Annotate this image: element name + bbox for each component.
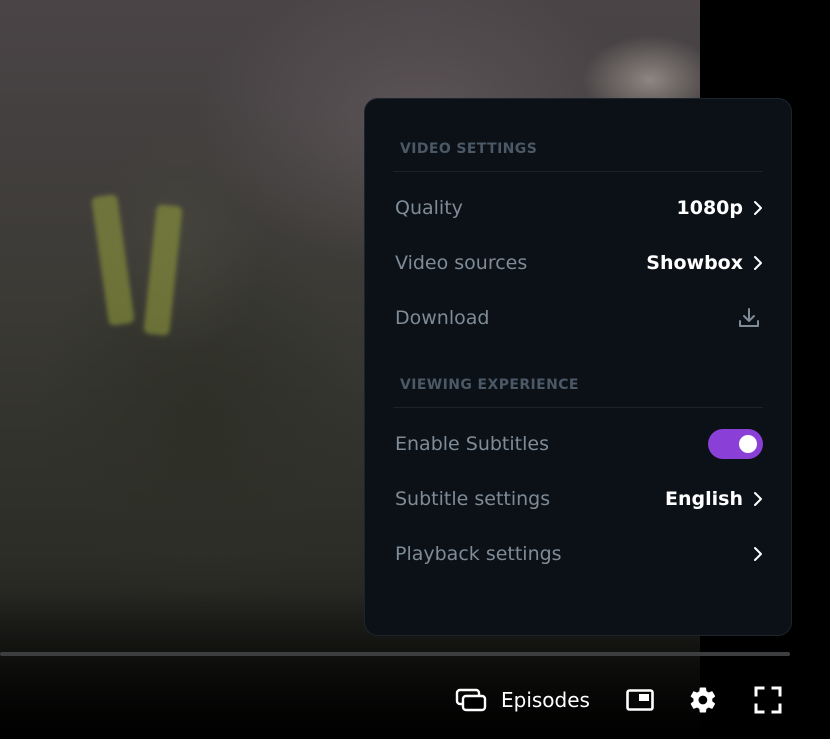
fullscreen-icon (754, 686, 782, 714)
enable-subtitles-label: Enable Subtitles (395, 432, 549, 455)
gear-icon (690, 687, 716, 713)
chevron-right-icon (754, 491, 762, 506)
quality-label: Quality (395, 196, 463, 219)
subtitles-toggle[interactable] (708, 428, 763, 459)
download-row[interactable]: Download (393, 290, 763, 345)
divider (393, 407, 763, 408)
chevron-right-icon (754, 546, 762, 561)
video-sources-value-group: Showbox (646, 252, 763, 274)
video-scene-detail (143, 203, 183, 337)
playback-settings-label: Playback settings (395, 542, 562, 565)
download-label: Download (395, 306, 490, 329)
subtitle-settings-value-group: English (665, 488, 763, 510)
settings-button[interactable] (688, 678, 718, 722)
video-settings-title: VIDEO SETTINGS (400, 141, 538, 157)
chevron-right-icon (754, 255, 762, 270)
settings-panel: VIDEO SETTINGS Quality 1080p Video sourc… (364, 98, 792, 636)
subtitle-language-value: English (665, 487, 743, 510)
enable-subtitles-row[interactable]: Enable Subtitles (393, 416, 763, 471)
quality-value: 1080p (676, 196, 743, 219)
episodes-button[interactable]: Episodes (455, 678, 590, 722)
quality-value-group: 1080p (677, 197, 763, 219)
player-controls: Episodes (455, 678, 782, 722)
progress-bar[interactable] (0, 652, 790, 656)
chevron-right-icon (754, 200, 762, 215)
video-sources-label: Video sources (395, 251, 528, 274)
video-sources-row[interactable]: Video sources Showbox (393, 235, 763, 290)
viewing-experience-title: VIEWING EXPERIENCE (400, 377, 579, 393)
episodes-label: Episodes (501, 688, 590, 712)
video-scene-detail (91, 193, 135, 327)
quality-row[interactable]: Quality 1080p (393, 180, 763, 235)
subtitle-settings-label: Subtitle settings (395, 487, 551, 510)
picture-in-picture-icon (626, 689, 654, 711)
divider (393, 171, 763, 172)
download-icon (739, 307, 759, 327)
toggle-knob (739, 434, 757, 453)
episodes-icon (455, 688, 487, 712)
playback-settings-row[interactable]: Playback settings (393, 526, 763, 581)
video-sources-value: Showbox (646, 251, 743, 274)
video-player[interactable]: VIDEO SETTINGS Quality 1080p Video sourc… (0, 0, 830, 739)
subtitle-settings-row[interactable]: Subtitle settings English (393, 471, 763, 526)
picture-in-picture-button[interactable] (626, 678, 654, 722)
fullscreen-button[interactable] (754, 678, 782, 722)
